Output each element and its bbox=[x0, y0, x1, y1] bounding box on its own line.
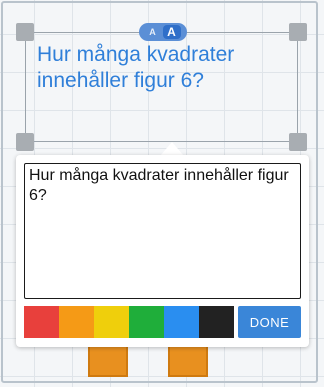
font-size-large-button[interactable]: A bbox=[162, 25, 181, 39]
resize-handle-top-left[interactable] bbox=[16, 23, 34, 41]
text-editor-popup: Hur många kvadrater innehåller figur 6? … bbox=[16, 155, 309, 347]
color-swatch-red[interactable] bbox=[24, 306, 59, 338]
resize-handle-bottom-left[interactable] bbox=[16, 133, 34, 151]
canvas-text: Hur många kvadrater innehåller figur 6? bbox=[37, 43, 235, 92]
font-size-small-button[interactable]: A bbox=[146, 25, 160, 39]
color-swatch-yellow[interactable] bbox=[94, 306, 129, 338]
color-swatch-green[interactable] bbox=[129, 306, 164, 338]
resize-handle-bottom-right[interactable] bbox=[289, 133, 307, 151]
color-palette bbox=[24, 306, 234, 338]
color-swatch-blue[interactable] bbox=[164, 306, 199, 338]
text-input[interactable]: Hur många kvadrater innehåller figur 6? bbox=[24, 163, 301, 299]
resize-handle-top-right[interactable] bbox=[289, 23, 307, 41]
color-swatch-black[interactable] bbox=[199, 306, 234, 338]
font-size-toggle[interactable]: A A bbox=[139, 23, 187, 41]
done-button[interactable]: DONE bbox=[238, 306, 301, 338]
popup-pointer bbox=[160, 142, 184, 156]
color-swatch-orange[interactable] bbox=[59, 306, 94, 338]
background-tile bbox=[88, 343, 128, 377]
background-tile bbox=[168, 343, 208, 377]
